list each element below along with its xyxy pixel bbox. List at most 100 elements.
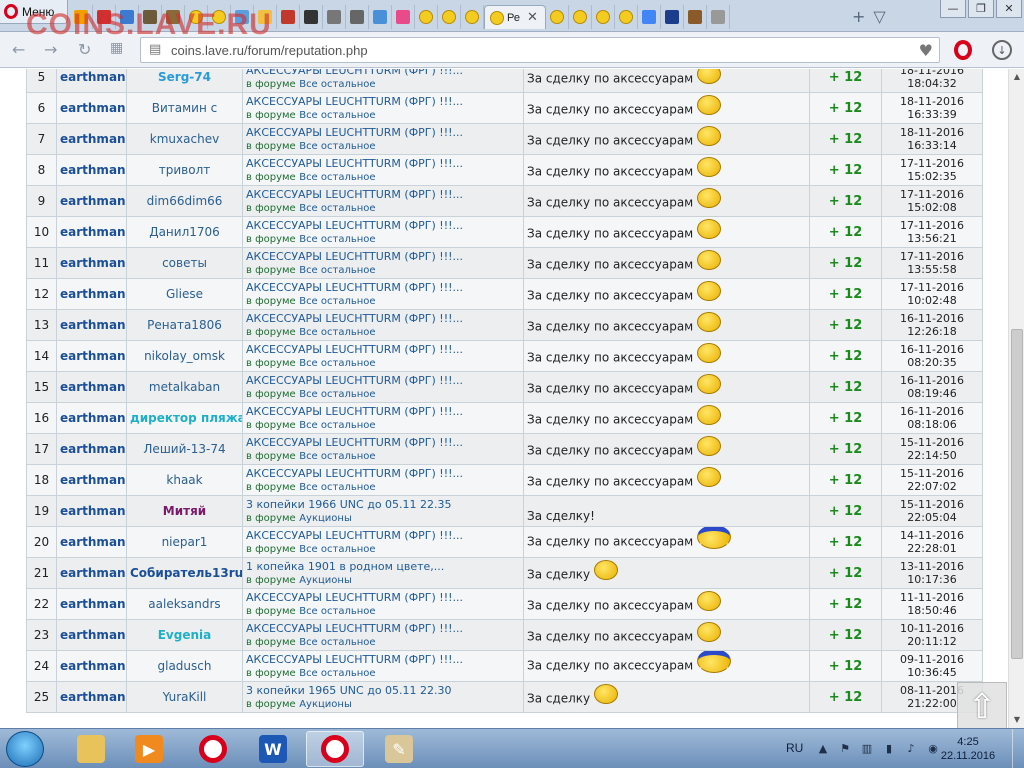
browser-tab-left-11[interactable] xyxy=(323,5,346,29)
forum-link[interactable]: Аукционы xyxy=(299,575,352,586)
tray-flag-icon[interactable]: ⚑ xyxy=(838,741,852,755)
browser-tab-left-5[interactable] xyxy=(185,5,208,29)
topic-link[interactable]: АКСЕССУАРЫ LEUCHTTURM (ФРГ) !!!... xyxy=(246,591,520,604)
forum-link[interactable]: Все остальное xyxy=(299,668,375,679)
show-desktop-button[interactable] xyxy=(1012,729,1024,768)
from-user-link[interactable]: earthman xyxy=(56,526,127,558)
browser-tab-left-8[interactable] xyxy=(254,5,277,29)
browser-tab-left-15[interactable] xyxy=(415,5,438,29)
topic-link[interactable]: АКСЕССУАРЫ LEUCHTTURM (ФРГ) !!!... xyxy=(246,157,520,170)
system-clock[interactable]: 4:25 22.11.2016 xyxy=(936,735,1000,763)
new-tab-icon[interactable]: + xyxy=(852,7,865,26)
topic-link[interactable]: 3 копейки 1966 UNC до 05.11 22.35 xyxy=(246,498,520,511)
forum-link[interactable]: Все остальное xyxy=(299,110,375,121)
topic-link[interactable]: АКСЕССУАРЫ LEUCHTTURM (ФРГ) !!!... xyxy=(246,250,520,263)
tray-volume-icon[interactable]: ♪ xyxy=(904,741,918,755)
browser-tab-right-5[interactable] xyxy=(661,5,684,29)
from-user-link[interactable]: earthman xyxy=(56,278,127,310)
to-user-link[interactable]: Витамин с xyxy=(126,92,243,124)
from-user-link[interactable]: earthman xyxy=(56,371,127,403)
browser-tab-left-13[interactable] xyxy=(369,5,392,29)
browser-tab-left-14[interactable] xyxy=(392,5,415,29)
topic-link[interactable]: АКСЕССУАРЫ LEUCHTTURM (ФРГ) !!!... xyxy=(246,653,520,666)
from-user-link[interactable]: earthman xyxy=(56,402,127,434)
to-user-link[interactable]: Serg-74 xyxy=(126,69,243,93)
browser-tab-left-12[interactable] xyxy=(346,5,369,29)
from-user-link[interactable]: earthman xyxy=(56,619,127,651)
topic-link[interactable]: АКСЕССУАРЫ LEUCHTTURM (ФРГ) !!!... xyxy=(246,436,520,449)
downloads-icon[interactable]: ↓ xyxy=(992,40,1012,60)
to-user-link[interactable]: metalkaban xyxy=(126,371,243,403)
maximize-icon[interactable]: ❐ xyxy=(968,0,994,18)
taskbar-explorer[interactable] xyxy=(62,731,120,767)
from-user-link[interactable]: earthman xyxy=(56,309,127,341)
topic-link[interactable]: АКСЕССУАРЫ LEUCHTTURM (ФРГ) !!!... xyxy=(246,281,520,294)
browser-tab-left-2[interactable] xyxy=(116,5,139,29)
to-user-link[interactable]: Рената1806 xyxy=(126,309,243,341)
forum-link[interactable]: Все остальное xyxy=(299,544,375,555)
browser-tab-right-3[interactable] xyxy=(615,5,638,29)
from-user-link[interactable]: earthman xyxy=(56,69,127,93)
to-user-link[interactable]: Gliese xyxy=(126,278,243,310)
to-user-link[interactable]: советы xyxy=(126,247,243,279)
forum-link[interactable]: Все остальное xyxy=(299,358,375,369)
forum-link[interactable]: Все остальное xyxy=(299,234,375,245)
topic-link[interactable]: АКСЕССУАРЫ LEUCHTTURM (ФРГ) !!!... xyxy=(246,126,520,139)
scroll-down-icon[interactable]: ▼ xyxy=(1009,712,1024,728)
scroll-to-top-button[interactable]: ⇧ xyxy=(957,682,1007,728)
forum-link[interactable]: Все остальное xyxy=(299,79,375,90)
forum-link[interactable]: Все остальное xyxy=(299,420,375,431)
to-user-link[interactable]: aaleksandrs xyxy=(126,588,243,620)
browser-tab-left-7[interactable] xyxy=(231,5,254,29)
to-user-link[interactable]: dim66dim66 xyxy=(126,185,243,217)
topic-link[interactable]: АКСЕССУАРЫ LEUCHTTURM (ФРГ) !!!... xyxy=(246,69,520,77)
to-user-link[interactable]: Данил1706 xyxy=(126,216,243,248)
browser-tab-right-4[interactable] xyxy=(638,5,661,29)
from-user-link[interactable]: earthman xyxy=(56,464,127,496)
topic-link[interactable]: 3 копейки 1965 UNC до 05.11 22.30 xyxy=(246,684,520,697)
forum-link[interactable]: Все остальное xyxy=(299,482,375,493)
tab-menu-icon[interactable]: ▽ xyxy=(873,7,885,26)
to-user-link[interactable]: khaak xyxy=(126,464,243,496)
forum-link[interactable]: Аукционы xyxy=(299,513,352,524)
taskbar-media-player[interactable]: ▶ xyxy=(120,731,178,767)
forum-link[interactable]: Все остальное xyxy=(299,296,375,307)
browser-tab-left-6[interactable] xyxy=(208,5,231,29)
tray-power-icon[interactable]: ▮ xyxy=(882,741,896,755)
browser-tab-left-10[interactable] xyxy=(300,5,323,29)
forum-link[interactable]: Все остальное xyxy=(299,141,375,152)
browser-tab-left-9[interactable] xyxy=(277,5,300,29)
browser-tab-right-0[interactable] xyxy=(546,5,569,29)
forum-link[interactable]: Аукционы xyxy=(299,699,352,710)
to-user-link[interactable]: директор пляжа xyxy=(126,402,243,434)
scroll-thumb[interactable] xyxy=(1011,329,1023,659)
topic-link[interactable]: АКСЕССУАРЫ LEUCHTTURM (ФРГ) !!!... xyxy=(246,95,520,108)
bookmark-heart-icon[interactable]: ♥ xyxy=(919,41,933,60)
taskbar-word[interactable]: W xyxy=(244,731,302,767)
minimize-icon[interactable]: — xyxy=(940,0,966,18)
back-icon[interactable]: ← xyxy=(12,40,25,59)
browser-tab-right-2[interactable] xyxy=(592,5,615,29)
to-user-link[interactable]: триволт xyxy=(126,154,243,186)
address-bar[interactable]: ▤ coins.lave.ru/forum/reputation.php ♥ xyxy=(140,37,940,63)
speed-dial-icon[interactable]: ▦ xyxy=(110,40,123,56)
browser-tab-left-1[interactable] xyxy=(93,5,116,29)
topic-link[interactable]: АКСЕССУАРЫ LEUCHTTURM (ФРГ) !!!... xyxy=(246,374,520,387)
forward-icon[interactable]: → xyxy=(44,40,57,59)
from-user-link[interactable]: earthman xyxy=(56,495,127,527)
from-user-link[interactable]: earthman xyxy=(56,650,127,682)
from-user-link[interactable]: earthman xyxy=(56,154,127,186)
from-user-link[interactable]: earthman xyxy=(56,123,127,155)
topic-link[interactable]: АКСЕССУАРЫ LEUCHTTURM (ФРГ) !!!... xyxy=(246,467,520,480)
to-user-link[interactable]: Митяй xyxy=(126,495,243,527)
browser-tab-left-3[interactable] xyxy=(139,5,162,29)
close-tab-icon[interactable]: ✕ xyxy=(527,10,538,25)
scroll-up-icon[interactable]: ▲ xyxy=(1009,69,1024,85)
browser-tab-right-1[interactable] xyxy=(569,5,592,29)
topic-link[interactable]: АКСЕССУАРЫ LEUCHTTURM (ФРГ) !!!... xyxy=(246,529,520,542)
from-user-link[interactable]: earthman xyxy=(56,216,127,248)
topic-link[interactable]: АКСЕССУАРЫ LEUCHTTURM (ФРГ) !!!... xyxy=(246,405,520,418)
browser-tab-left-4[interactable] xyxy=(162,5,185,29)
forum-link[interactable]: Все остальное xyxy=(299,327,375,338)
forum-link[interactable]: Все остальное xyxy=(299,265,375,276)
